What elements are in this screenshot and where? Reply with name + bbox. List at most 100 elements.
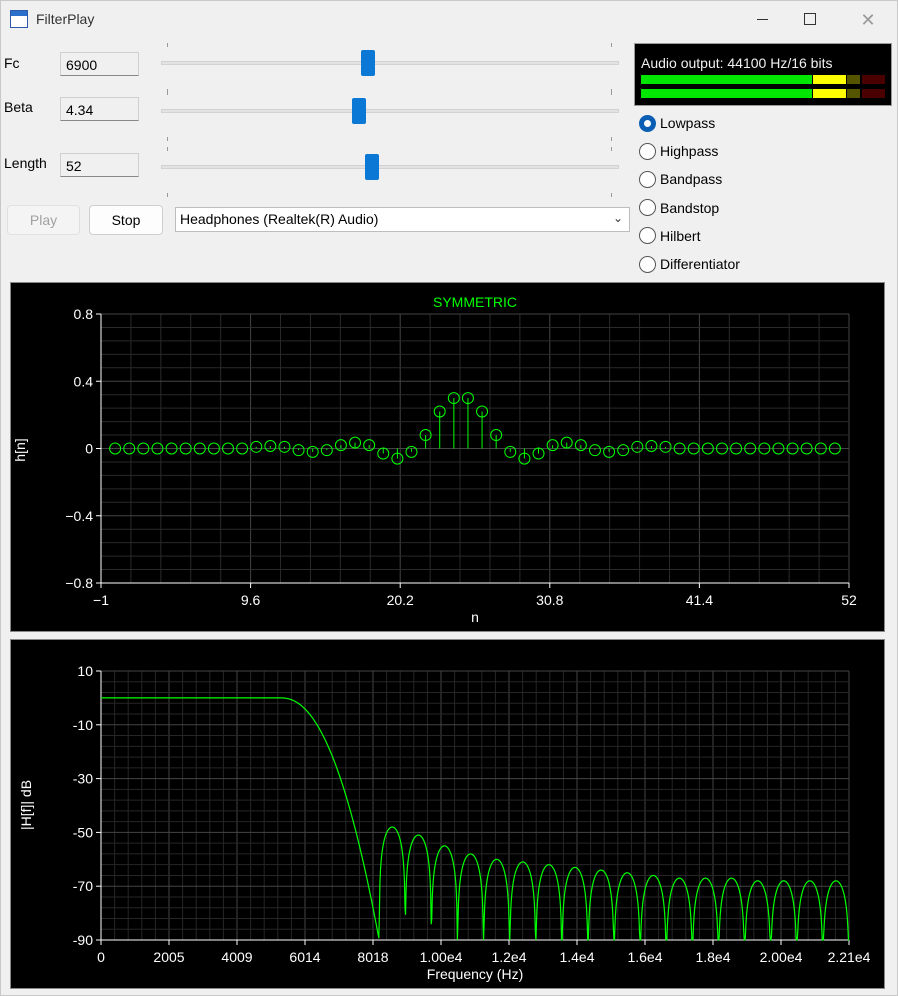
frequency-response-plot: 0 2005 4009 6014 8018 1.00e4 1.2e4 1.4e4 1.6e4 1.… [10, 639, 885, 989]
x-tick-label: 1.4e4 [559, 949, 594, 965]
radio-bandpass[interactable]: Bandpass [639, 169, 722, 189]
meter-segment [861, 75, 885, 84]
frequency-response-line [101, 697, 850, 941]
radio-highpass[interactable]: Highpass [639, 141, 718, 161]
radio-lowpass[interactable]: Lowpass [639, 113, 715, 133]
slider-tick [167, 147, 168, 151]
length-slider[interactable] [161, 145, 619, 201]
y-tick-label: -30 [73, 771, 93, 787]
slider-tick [611, 137, 612, 141]
audio-level-meter: Audio output: 44100 Hz/16 bits [634, 43, 892, 106]
y-tick-label: 0 [85, 441, 93, 457]
impulse-grid [100, 313, 850, 584]
radio-label: Differentiator [660, 256, 740, 272]
chevron-down-icon: ⌄ [612, 211, 623, 225]
freq-grid [100, 670, 850, 941]
radio-label: Highpass [660, 143, 719, 160]
x-tick-label: 0 [97, 949, 105, 965]
frequency-response-svg: 0 2005 4009 6014 8018 1.00e4 1.2e4 1.4e4 1.6e4 1.… [18, 663, 871, 982]
radio-button-icon[interactable] [639, 114, 656, 132]
beta-slider[interactable] [161, 89, 619, 145]
slider-tick [167, 91, 168, 95]
y-tick-label: 0.4 [74, 373, 94, 389]
radio-label: Hilbert [660, 227, 701, 244]
stop-button[interactable]: Stop [89, 205, 163, 235]
slider-tick [611, 43, 612, 47]
left-channel-bar [641, 75, 886, 84]
y-axis-label: h[n] [12, 438, 28, 461]
radio-button-icon[interactable] [639, 255, 656, 273]
y-tick-label: -70 [73, 878, 93, 894]
x-tick-label: 8018 [357, 949, 388, 965]
close-icon: ✕ [860, 10, 876, 30]
x-tick-label: 1.6e4 [627, 949, 662, 965]
x-tick-label: 52 [841, 592, 857, 608]
radio-button-icon[interactable] [639, 142, 656, 160]
meter-segment [846, 75, 861, 84]
meter-segment [846, 89, 861, 98]
radio-label: Bandpass [660, 171, 723, 188]
x-tick-label: 2005 [153, 949, 184, 965]
length-label: Length [4, 155, 47, 171]
impulse-response-svg: −1 9.6 20.2 30.8 41.4 52 0.8 0.4 0 −0.4 −0.8 SYMMET… [12, 294, 857, 625]
slider-tick [167, 193, 168, 197]
y-tick-label: −0.4 [65, 508, 93, 524]
fc-value-field[interactable]: 6900 [60, 52, 139, 76]
radio-label: Bandstop [660, 199, 720, 216]
length-slider-thumb[interactable] [365, 154, 380, 180]
meter-segment [641, 75, 812, 84]
title-bar: FilterPlay ✕ [1, 1, 897, 39]
meter-segment [861, 89, 885, 98]
x-axis-label: Frequency (Hz) [427, 966, 523, 982]
beta-label: Beta [4, 99, 33, 115]
y-tick-label: 0.8 [74, 306, 94, 322]
impulse-response-plot: −1 9.6 20.2 30.8 41.4 52 0.8 0.4 0 −0.4 −0.8 SYMMET… [10, 282, 885, 632]
beta-slider-track [161, 109, 619, 113]
app-window: FilterPlay ✕ Fc 6900 Beta 4.34 Length 52… [0, 0, 898, 996]
meter-segment [812, 75, 846, 84]
x-tick-label: 30.8 [536, 592, 563, 608]
maximize-button[interactable] [787, 1, 833, 39]
y-tick-label: -90 [73, 932, 93, 948]
radio-differentiator[interactable]: Differentiator [639, 254, 740, 274]
y-tick-label: −0.8 [65, 575, 93, 591]
radio-bandstop[interactable]: Bandstop [639, 198, 719, 218]
x-tick-label: 20.2 [387, 592, 414, 608]
y-tick-label: -50 [73, 824, 93, 840]
length-value-field[interactable]: 52 [60, 153, 139, 177]
x-tick-label: 1.8e4 [695, 949, 730, 965]
fc-label: Fc [4, 55, 20, 71]
beta-slider-thumb[interactable] [351, 98, 366, 124]
audio-device-select[interactable]: Headphones (Realtek(R) Audio) ⌄ [175, 207, 630, 232]
minimize-button[interactable] [739, 1, 785, 39]
fc-slider-thumb[interactable] [360, 50, 375, 76]
slider-tick [611, 147, 612, 151]
radio-label: Lowpass [660, 115, 716, 131]
length-slider-track [161, 165, 619, 169]
x-tick-label: 1.2e4 [491, 949, 526, 965]
audio-device-selected: Headphones (Realtek(R) Audio) [180, 211, 379, 227]
radio-button-icon[interactable] [639, 227, 656, 245]
x-tick-label: 6014 [289, 949, 320, 965]
slider-tick [167, 137, 168, 141]
slider-tick [611, 193, 612, 197]
beta-value-field[interactable]: 4.34 [60, 97, 139, 121]
radio-hilbert[interactable]: Hilbert [639, 226, 700, 246]
window-title: FilterPlay [36, 11, 95, 27]
x-tick-label: 1.00e4 [420, 949, 463, 965]
play-button[interactable]: Play [7, 205, 80, 235]
fc-slider-track [161, 61, 619, 65]
radio-button-icon[interactable] [639, 170, 656, 188]
minimize-icon [756, 19, 768, 20]
y-tick-label: 10 [77, 663, 93, 679]
y-tick-label: -10 [73, 717, 93, 733]
app-window-icon [10, 10, 28, 28]
slider-tick [611, 91, 612, 95]
x-tick-label: 41.4 [686, 592, 713, 608]
close-button[interactable]: ✕ [845, 1, 891, 39]
audio-output-label: Audio output: 44100 Hz/16 bits [641, 55, 833, 71]
slider-tick [167, 43, 168, 47]
y-axis-label: |H[f]| dB [18, 780, 34, 830]
maximize-icon [804, 13, 816, 25]
radio-button-icon[interactable] [639, 199, 656, 217]
